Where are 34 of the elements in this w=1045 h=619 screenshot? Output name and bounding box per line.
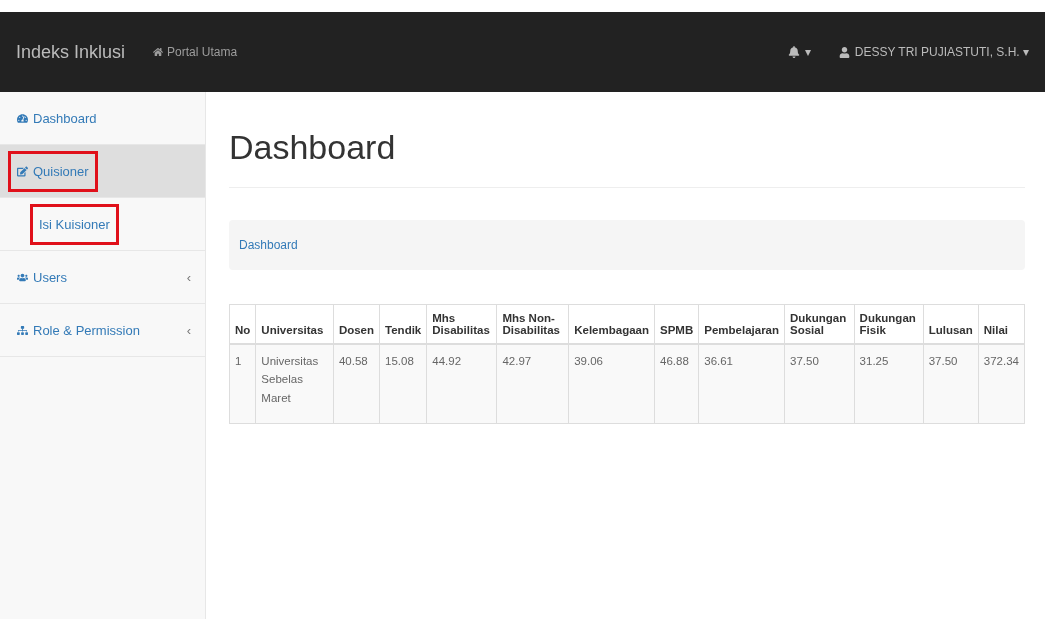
gauge-icon: [17, 112, 28, 124]
brand-title[interactable]: Indeks Inklusi: [16, 41, 126, 63]
table-cell: 31.25: [854, 344, 924, 424]
sidebar-link[interactable]: Quisioner: [8, 150, 98, 192]
table-cell: 44.92: [426, 344, 497, 424]
sidebar-link[interactable]: Dashboard: [8, 97, 106, 139]
table-cell: 37.50: [784, 344, 855, 424]
sidebar-link[interactable]: Users: [8, 256, 76, 298]
table-cell: 372.34: [978, 344, 1025, 424]
sidebar-item[interactable]: Quisioner: [0, 145, 205, 198]
bell-icon: [787, 46, 800, 58]
table-cell: 46.88: [654, 344, 699, 424]
table-cell: 1: [229, 344, 256, 424]
chevron-icon: ‹: [186, 269, 191, 285]
table-cell: 42.97: [496, 344, 569, 424]
users-icon: [17, 271, 28, 283]
home-icon: [153, 47, 164, 57]
table-cell: 40.58: [333, 344, 380, 424]
user-menu[interactable]: DESSY TRI PUJIASTUTI, S.H. ▾: [838, 45, 1029, 59]
sidebar-link[interactable]: Isi Kuisioner: [30, 203, 119, 245]
notification-button[interactable]: ▾: [787, 45, 811, 59]
user-icon: [838, 46, 850, 58]
table-cell: 15.08: [379, 344, 427, 424]
table-cell: 39.06: [568, 344, 655, 424]
portal-link[interactable]: Portal Utama: [153, 45, 238, 59]
table-cell: 37.50: [923, 344, 979, 424]
table-cell: 36.61: [698, 344, 785, 424]
page-title: Dashboard: [229, 128, 1025, 188]
table-cell: Universitas Sebelas Maret: [255, 344, 334, 424]
breadcrumb-link[interactable]: Dashboard: [239, 238, 298, 252]
chevron-icon: ‹: [186, 322, 191, 338]
sitemap-icon: [17, 324, 28, 336]
sidebar-link[interactable]: Role & Permission: [8, 309, 149, 351]
edit-icon: [17, 165, 28, 177]
